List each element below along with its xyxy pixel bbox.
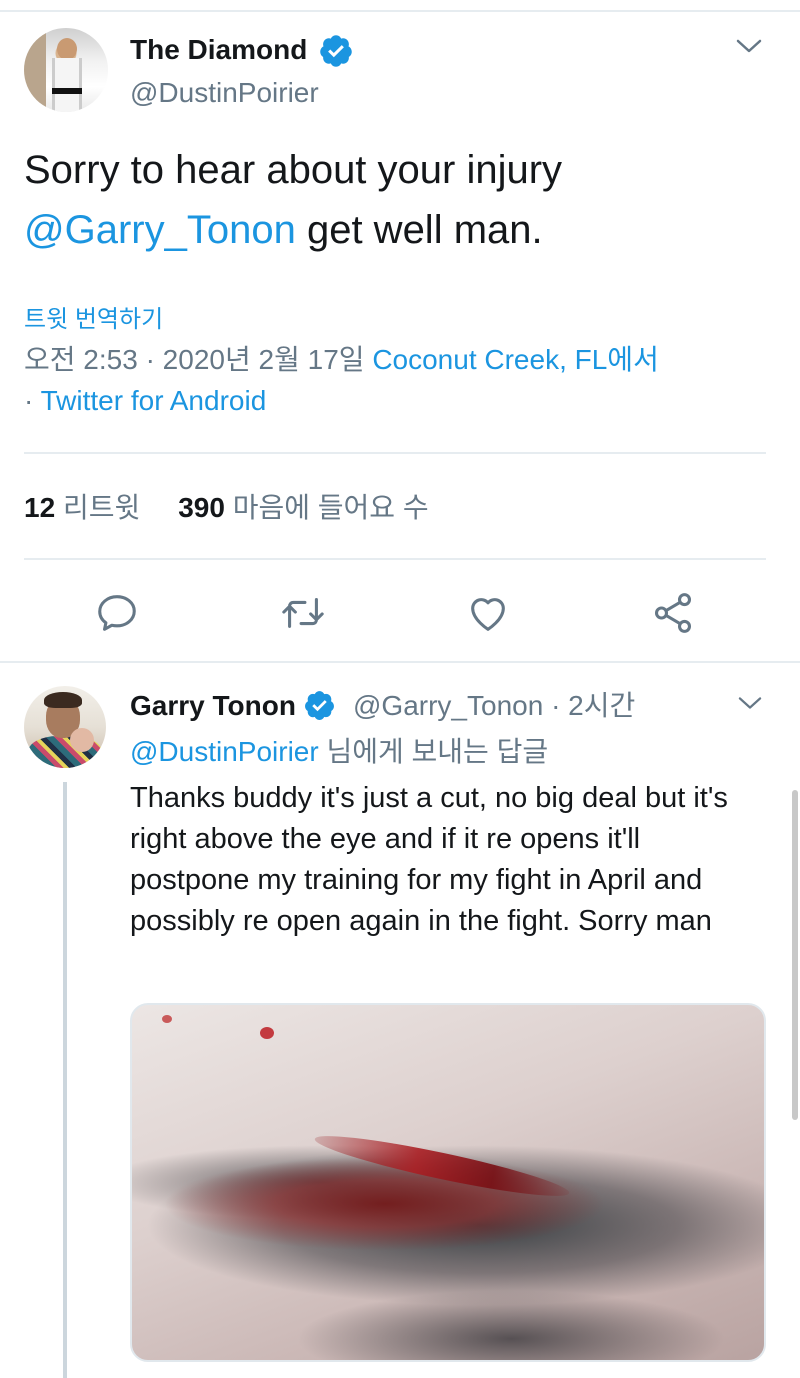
verified-badge-icon bbox=[320, 35, 352, 67]
chevron-down-icon[interactable] bbox=[736, 692, 764, 714]
tweet-stats: 12 리트윗 390 마음에 들어요 수 bbox=[24, 488, 429, 528]
chevron-down-icon[interactable] bbox=[734, 34, 764, 58]
tweet-source-line: · Twitter for Android bbox=[24, 381, 266, 421]
tweet-text-part: get well man. bbox=[295, 208, 543, 252]
heart-icon[interactable] bbox=[465, 590, 511, 636]
divider bbox=[24, 558, 766, 560]
divider bbox=[24, 452, 766, 454]
mention-link-garry-tonon[interactable]: @Garry_Tonon bbox=[24, 208, 296, 252]
main-display-name[interactable]: The Diamond bbox=[130, 30, 307, 70]
tweet-timestamp: 오전 2:53 · 2020년 2월 17일 bbox=[24, 344, 373, 375]
scrollbar[interactable] bbox=[792, 790, 798, 1120]
thread-separator bbox=[0, 661, 800, 663]
main-handle[interactable]: @DustinPoirier bbox=[130, 74, 319, 112]
share-icon[interactable] bbox=[650, 590, 696, 636]
reply-handle-and-time[interactable]: @Garry_Tonon · 2시간 bbox=[353, 686, 635, 726]
reply-tweet-text: Thanks buddy it's just a cut, no big dea… bbox=[130, 782, 728, 937]
retweets-label[interactable]: 리트윗 bbox=[63, 492, 140, 523]
retweets-count[interactable]: 12 bbox=[24, 492, 55, 523]
thread-line bbox=[63, 782, 67, 1378]
top-divider bbox=[0, 10, 800, 12]
source-link[interactable]: Twitter for Android bbox=[41, 385, 267, 416]
tweet-timestamp-line: 오전 2:53 · 2020년 2월 17일 Coconut Creek, FL… bbox=[24, 340, 659, 380]
avatar-garry-tonon[interactable] bbox=[24, 686, 106, 768]
translate-tweet-link[interactable]: 트윗 번역하기 bbox=[24, 303, 163, 337]
retweet-icon[interactable] bbox=[280, 590, 326, 636]
avatar-dustin-poirier[interactable] bbox=[24, 28, 108, 112]
verified-badge-icon bbox=[305, 691, 334, 720]
tweet-text-part: Sorry to hear about your injury bbox=[24, 148, 563, 192]
source-separator: · bbox=[24, 385, 41, 416]
replying-to-suffix: 님에게 보내는 답글 bbox=[318, 736, 549, 767]
location-link[interactable]: Coconut Creek, FL에서 bbox=[372, 344, 659, 375]
reply-icon[interactable] bbox=[94, 590, 140, 636]
attached-photo[interactable] bbox=[130, 1003, 766, 1362]
main-tweet-text: Sorry to hear about your injury @Garry_T… bbox=[24, 140, 764, 260]
replying-to-line: @DustinPoirier 님에게 보내는 답글 bbox=[130, 732, 548, 772]
reply-display-name[interactable]: Garry Tonon bbox=[130, 686, 296, 726]
likes-count[interactable]: 390 bbox=[178, 492, 225, 523]
replying-to-mention[interactable]: @DustinPoirier bbox=[130, 736, 319, 767]
likes-label[interactable]: 마음에 들어요 수 bbox=[233, 492, 429, 523]
